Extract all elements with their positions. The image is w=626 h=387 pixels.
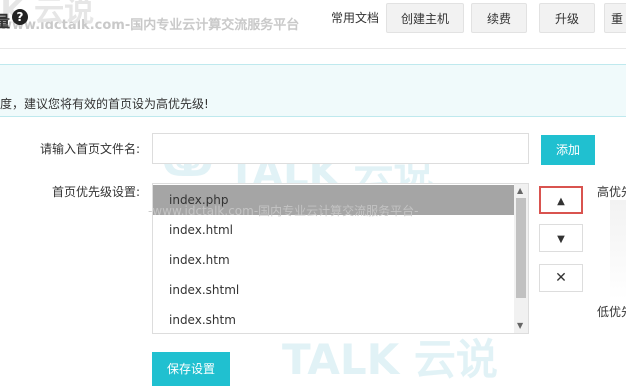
priority-gradient-bar bbox=[610, 200, 626, 300]
header-divider bbox=[0, 48, 626, 49]
restart-button[interactable]: 重 bbox=[604, 3, 626, 33]
create-host-button[interactable]: 创建主机 bbox=[386, 3, 464, 33]
list-item[interactable]: index.shtml bbox=[153, 275, 515, 305]
arrow-up-icon: ▲ bbox=[557, 196, 565, 207]
page-title: 量 bbox=[0, 12, 11, 31]
arrow-down-icon: ▼ bbox=[557, 234, 565, 245]
list-item[interactable]: index.html bbox=[153, 215, 515, 245]
help-icon[interactable]: ? bbox=[12, 9, 28, 25]
scroll-thumb[interactable] bbox=[516, 198, 526, 298]
close-icon: ✕ bbox=[555, 270, 567, 286]
move-up-button[interactable]: ▲ bbox=[539, 186, 583, 214]
listbox-scrollbar[interactable]: ▲ ▼ bbox=[514, 184, 528, 333]
scroll-up-icon[interactable]: ▲ bbox=[517, 187, 523, 195]
watermark-logo-bottom: TALK 云说 bbox=[282, 335, 498, 384]
docs-link[interactable]: 常用文档 bbox=[331, 3, 379, 33]
filename-input[interactable] bbox=[152, 133, 529, 164]
list-item[interactable]: index.htm bbox=[153, 245, 515, 275]
scroll-down-icon[interactable]: ▼ bbox=[517, 322, 523, 330]
upgrade-button[interactable]: 升级 bbox=[539, 3, 595, 33]
low-priority-label: 低优先 bbox=[597, 305, 626, 319]
high-priority-label: 高优先 bbox=[597, 185, 626, 199]
move-down-button[interactable]: ▼ bbox=[539, 224, 583, 252]
delete-button[interactable]: ✕ bbox=[539, 264, 583, 292]
add-button[interactable]: 添加 bbox=[541, 135, 595, 165]
watermark-site-text-mid: -www.idctalk.com-国内专业云计算交流服务平台- bbox=[148, 204, 419, 218]
save-settings-button[interactable]: 保存设置 bbox=[152, 352, 230, 386]
renew-button[interactable]: 续费 bbox=[471, 3, 527, 33]
filename-input-label: 请输入首页文件名: bbox=[40, 142, 141, 156]
notice-text: 度，建议您将有效的首页设为高优先级! bbox=[0, 97, 209, 111]
priority-label: 首页优先级设置: bbox=[52, 185, 141, 199]
